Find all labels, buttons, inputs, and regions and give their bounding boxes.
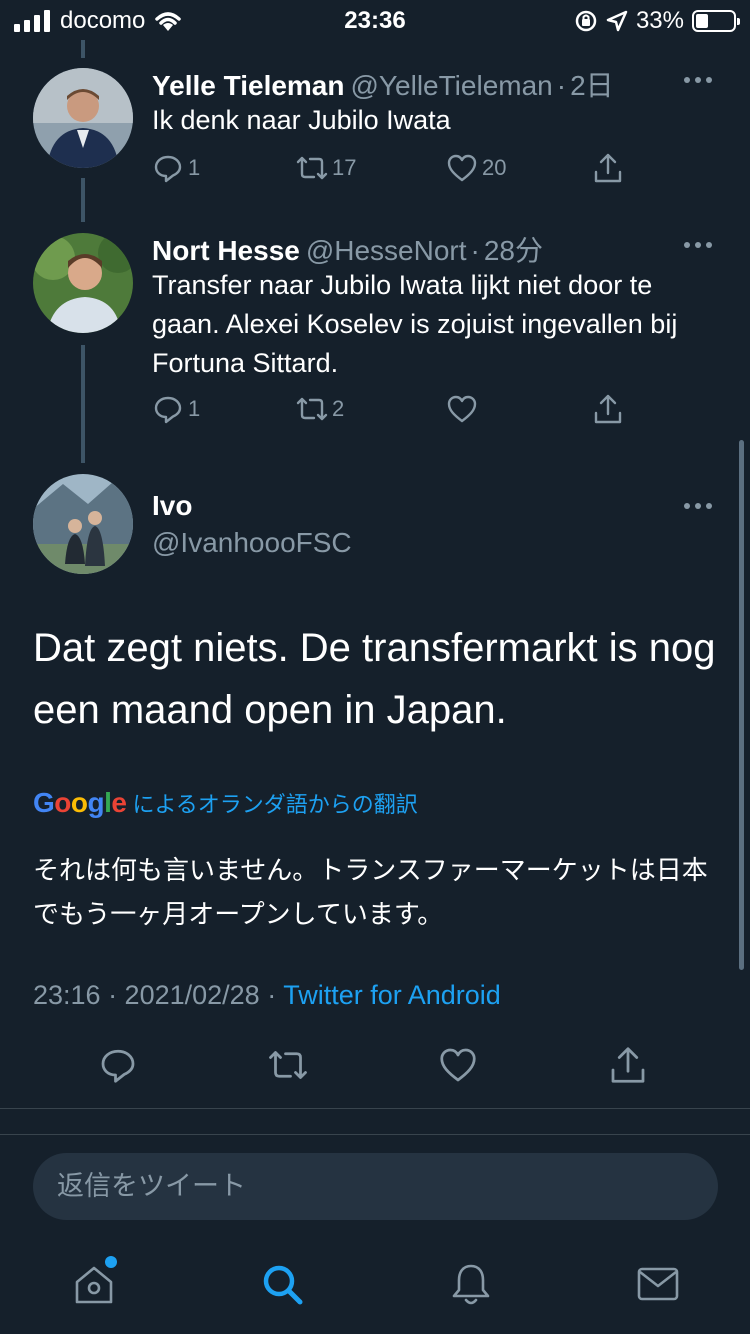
retweet-icon: [296, 156, 328, 180]
home-icon: [75, 1266, 113, 1304]
notification-dot: [105, 1256, 117, 1268]
share-icon: [611, 1047, 645, 1083]
bell-icon: [452, 1264, 490, 1305]
tab-messages[interactable]: [636, 1262, 680, 1311]
display-name[interactable]: Yelle Tieleman: [152, 70, 345, 101]
source-link[interactable]: Twitter for Android: [283, 980, 501, 1010]
tweet-header: Nort Hesse @HesseNort · 28分: [152, 235, 544, 266]
tweet-time: 28分: [483, 235, 544, 266]
tweet-text: Ik denk naar Jubilo Iwata: [152, 105, 451, 135]
translated-text: それは何も言いません。トランスファーマーケットは日本でもう一ヶ月オープンしていま…: [33, 855, 708, 929]
handle: @HesseNort: [305, 235, 467, 266]
translate-label: によるオランダ語からの翻訳: [132, 792, 418, 817]
share-button[interactable]: [592, 152, 624, 184]
tweet-actions: 1 2: [152, 393, 652, 433]
reply-button[interactable]: 1: [152, 152, 200, 184]
rotation-lock-icon: [575, 10, 597, 32]
share-button[interactable]: [592, 393, 624, 425]
retweet-button[interactable]: [268, 1045, 308, 1090]
like-button[interactable]: [438, 1045, 478, 1090]
reply-icon: [154, 155, 182, 183]
more-icon[interactable]: [684, 70, 714, 90]
status-bar: docomo 23:36 33%: [0, 0, 750, 40]
status-right: 33%: [574, 7, 740, 35]
location-icon: [606, 10, 628, 32]
mail-icon: [637, 1267, 679, 1301]
display-name[interactable]: Ivo: [152, 490, 192, 521]
retweet-button[interactable]: 17: [296, 152, 356, 184]
tweet-timestamp: 23:16 · 2021/02/28 · Twitter for Android: [33, 980, 501, 1011]
thread-line: [81, 40, 85, 58]
google-logo: Google: [33, 787, 127, 818]
reply-icon: [154, 396, 182, 424]
heart-icon: [447, 395, 477, 423]
battery-percent: 33%: [635, 7, 684, 34]
more-icon[interactable]: [684, 235, 714, 255]
retweet-button[interactable]: 2: [296, 393, 344, 425]
retweet-icon: [296, 397, 328, 421]
like-button[interactable]: [446, 393, 482, 425]
focused-actions: [0, 1045, 750, 1090]
tab-search[interactable]: [260, 1262, 304, 1311]
reply-icon: [101, 1049, 135, 1083]
heart-icon: [447, 154, 477, 182]
share-icon: [594, 394, 622, 424]
avatar[interactable]: [33, 474, 133, 574]
search-icon: [263, 1265, 303, 1305]
more-icon[interactable]: [684, 496, 714, 516]
display-name[interactable]: Nort Hesse: [152, 235, 300, 266]
share-button[interactable]: [608, 1045, 648, 1090]
tweet-header: Yelle Tieleman @YelleTieleman · 2日: [152, 70, 614, 101]
tab-notifications[interactable]: [449, 1262, 493, 1311]
tweet-time: 2日: [570, 70, 614, 101]
thread-line: [81, 178, 85, 222]
tab-bar: [0, 1250, 750, 1334]
avatar[interactable]: [33, 68, 133, 168]
reply-button[interactable]: [98, 1045, 138, 1090]
reply-input[interactable]: 返信をツイート: [33, 1153, 718, 1220]
reply-button[interactable]: 1: [152, 393, 200, 425]
share-icon: [594, 153, 622, 183]
retweet-icon: [269, 1051, 307, 1079]
reply-count: 1: [188, 155, 201, 180]
tweet-handle-row: @IvanhoooFSC: [152, 527, 352, 559]
timestamp-text: 23:16 · 2021/02/28 ·: [33, 980, 284, 1010]
reply-count: 1: [188, 396, 201, 421]
scrollbar[interactable]: [739, 440, 744, 970]
divider: [0, 1134, 750, 1135]
like-button[interactable]: 20: [446, 152, 506, 184]
tweet-header: Ivo: [152, 490, 192, 522]
retweet-count: 17: [332, 155, 357, 180]
retweet-count: 2: [332, 396, 345, 421]
battery-icon: [692, 10, 740, 32]
thread-line: [81, 345, 85, 463]
handle: @IvanhoooFSC: [152, 527, 352, 558]
heart-icon: [440, 1048, 476, 1082]
divider: [0, 1108, 750, 1109]
tweet-text: Transfer naar Jubilo Iwata lijkt niet do…: [152, 270, 678, 378]
like-count: 20: [482, 155, 507, 180]
translate-link[interactable]: Google によるオランダ語からの翻訳: [33, 787, 418, 819]
tweet-actions: 1 17 20: [152, 152, 652, 192]
handle: @YelleTieleman: [350, 70, 553, 101]
avatar[interactable]: [33, 233, 133, 333]
tweet-text: Dat zegt niets. De transfermarkt is nog …: [33, 626, 716, 732]
tab-home[interactable]: [72, 1256, 117, 1311]
